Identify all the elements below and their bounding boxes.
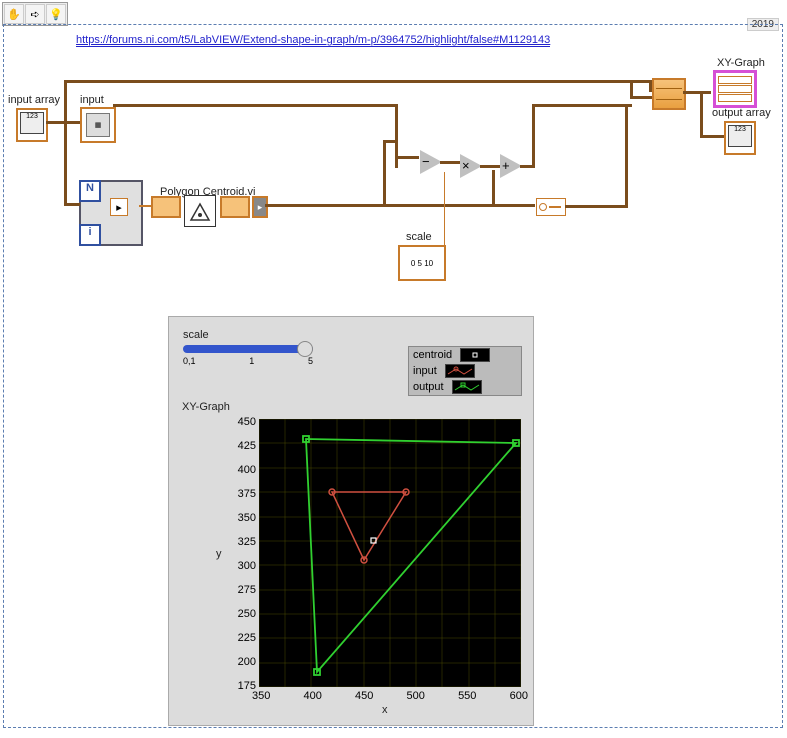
input-label: input	[80, 94, 104, 106]
slider-icon: 0 5 10	[411, 259, 433, 268]
wire	[700, 135, 724, 138]
wire	[395, 156, 419, 159]
add-node	[500, 154, 522, 178]
forum-link[interactable]: https://forums.ni.com/t5/LabVIEW/Extend-…	[76, 34, 550, 47]
tick-label: 450	[228, 416, 256, 440]
legend-swatch-green	[452, 380, 482, 394]
wire	[139, 205, 151, 207]
wire	[64, 80, 652, 83]
xy-graph-label: XY-Graph	[717, 57, 765, 69]
tick-label: 200	[228, 656, 256, 680]
arrow-tool-icon[interactable]: ➪	[25, 4, 45, 24]
wire	[492, 170, 495, 206]
for-loop-i: i	[79, 224, 101, 246]
plot-legend: centroid input output	[408, 346, 522, 396]
output-array-terminal: 123	[724, 121, 756, 155]
wire	[565, 205, 625, 208]
wire	[625, 104, 628, 208]
legend-row-output[interactable]: output	[409, 379, 521, 395]
tick-label: 350	[228, 512, 256, 536]
legend-item-label: input	[413, 365, 437, 377]
scale-slider[interactable]: 0,1 1 5	[183, 343, 313, 366]
y-axis-label: y	[216, 548, 222, 560]
tick-label: 275	[228, 584, 256, 608]
matrix-icon: ▦	[86, 113, 110, 137]
tick-label: 550	[458, 690, 476, 702]
to-array-node	[536, 198, 566, 216]
bundle-node: ▸	[110, 198, 128, 216]
tick-label: 0,1	[183, 356, 196, 366]
output-array-label: output array	[712, 107, 771, 119]
wire	[532, 104, 632, 107]
xy-graph-plot[interactable]	[259, 419, 521, 687]
tick-label: 375	[228, 488, 256, 512]
build-array-node	[652, 78, 686, 110]
right-arrow-icon: ▸	[258, 202, 263, 213]
tick-label: 400	[304, 690, 322, 702]
subtract-node	[420, 150, 442, 174]
input-terminal: ▦	[80, 107, 116, 143]
tick-label: 250	[228, 608, 256, 632]
legend-row-input[interactable]: input	[409, 363, 521, 379]
tick-label: 425	[228, 440, 256, 464]
plot-title: XY-Graph	[182, 401, 230, 413]
unbundle-before-subvi	[151, 196, 181, 218]
wire	[630, 96, 652, 99]
scale-label: scale	[406, 231, 432, 243]
wire	[113, 104, 398, 107]
wire	[64, 203, 80, 206]
y-axis-ticks: 450 425 400 375 350 325 300 275 250 225 …	[228, 416, 256, 694]
tick-label: 450	[355, 690, 373, 702]
tick-label: 300	[228, 560, 256, 584]
tick-label: 1	[249, 356, 254, 366]
tick-label: 400	[228, 464, 256, 488]
wire	[683, 91, 711, 94]
tick-label: 225	[228, 632, 256, 656]
legend-swatch-white	[460, 348, 490, 362]
wire	[444, 172, 445, 258]
polygon-centroid-subvi	[184, 195, 216, 227]
tick-label: 325	[228, 536, 256, 560]
wire	[480, 165, 500, 168]
input-array-label: input array	[8, 94, 60, 106]
slider-knob-icon[interactable]	[297, 341, 313, 357]
wire	[532, 104, 535, 168]
input-array-terminal: 123	[16, 108, 48, 142]
index-array: ▸	[252, 196, 268, 218]
scale-slider-label: scale	[183, 329, 209, 341]
wire	[395, 140, 398, 168]
tick-label: 350	[252, 690, 270, 702]
x-axis-label: x	[382, 704, 388, 716]
x-axis-ticks: 350 400 450 500 550 600	[252, 690, 528, 702]
toolbar: ✋ ➪ 💡	[2, 2, 68, 26]
right-arrow-icon: ▸	[116, 201, 122, 214]
wire	[520, 165, 532, 168]
hand-tool-icon[interactable]: ✋	[4, 4, 24, 24]
tick-label: 5	[308, 356, 313, 366]
tick-label: 600	[510, 690, 528, 702]
wire	[46, 121, 80, 124]
legend-item-label: centroid	[413, 349, 452, 361]
xy-graph-indicator	[713, 70, 757, 108]
scale-control[interactable]: 0 5 10	[398, 245, 446, 281]
legend-row-centroid[interactable]: centroid	[409, 347, 521, 363]
wire	[383, 140, 386, 207]
wire	[440, 161, 460, 164]
tick-label: 500	[407, 690, 425, 702]
legend-swatch-red	[445, 364, 475, 378]
legend-item-label: output	[413, 381, 444, 393]
wire	[700, 92, 703, 136]
for-loop-N: N	[79, 180, 101, 202]
wire	[64, 80, 67, 206]
highlight-tool-icon[interactable]: 💡	[46, 4, 66, 24]
bundle-after-subvi	[220, 196, 250, 218]
wire	[444, 258, 445, 259]
multiply-node	[460, 154, 482, 178]
